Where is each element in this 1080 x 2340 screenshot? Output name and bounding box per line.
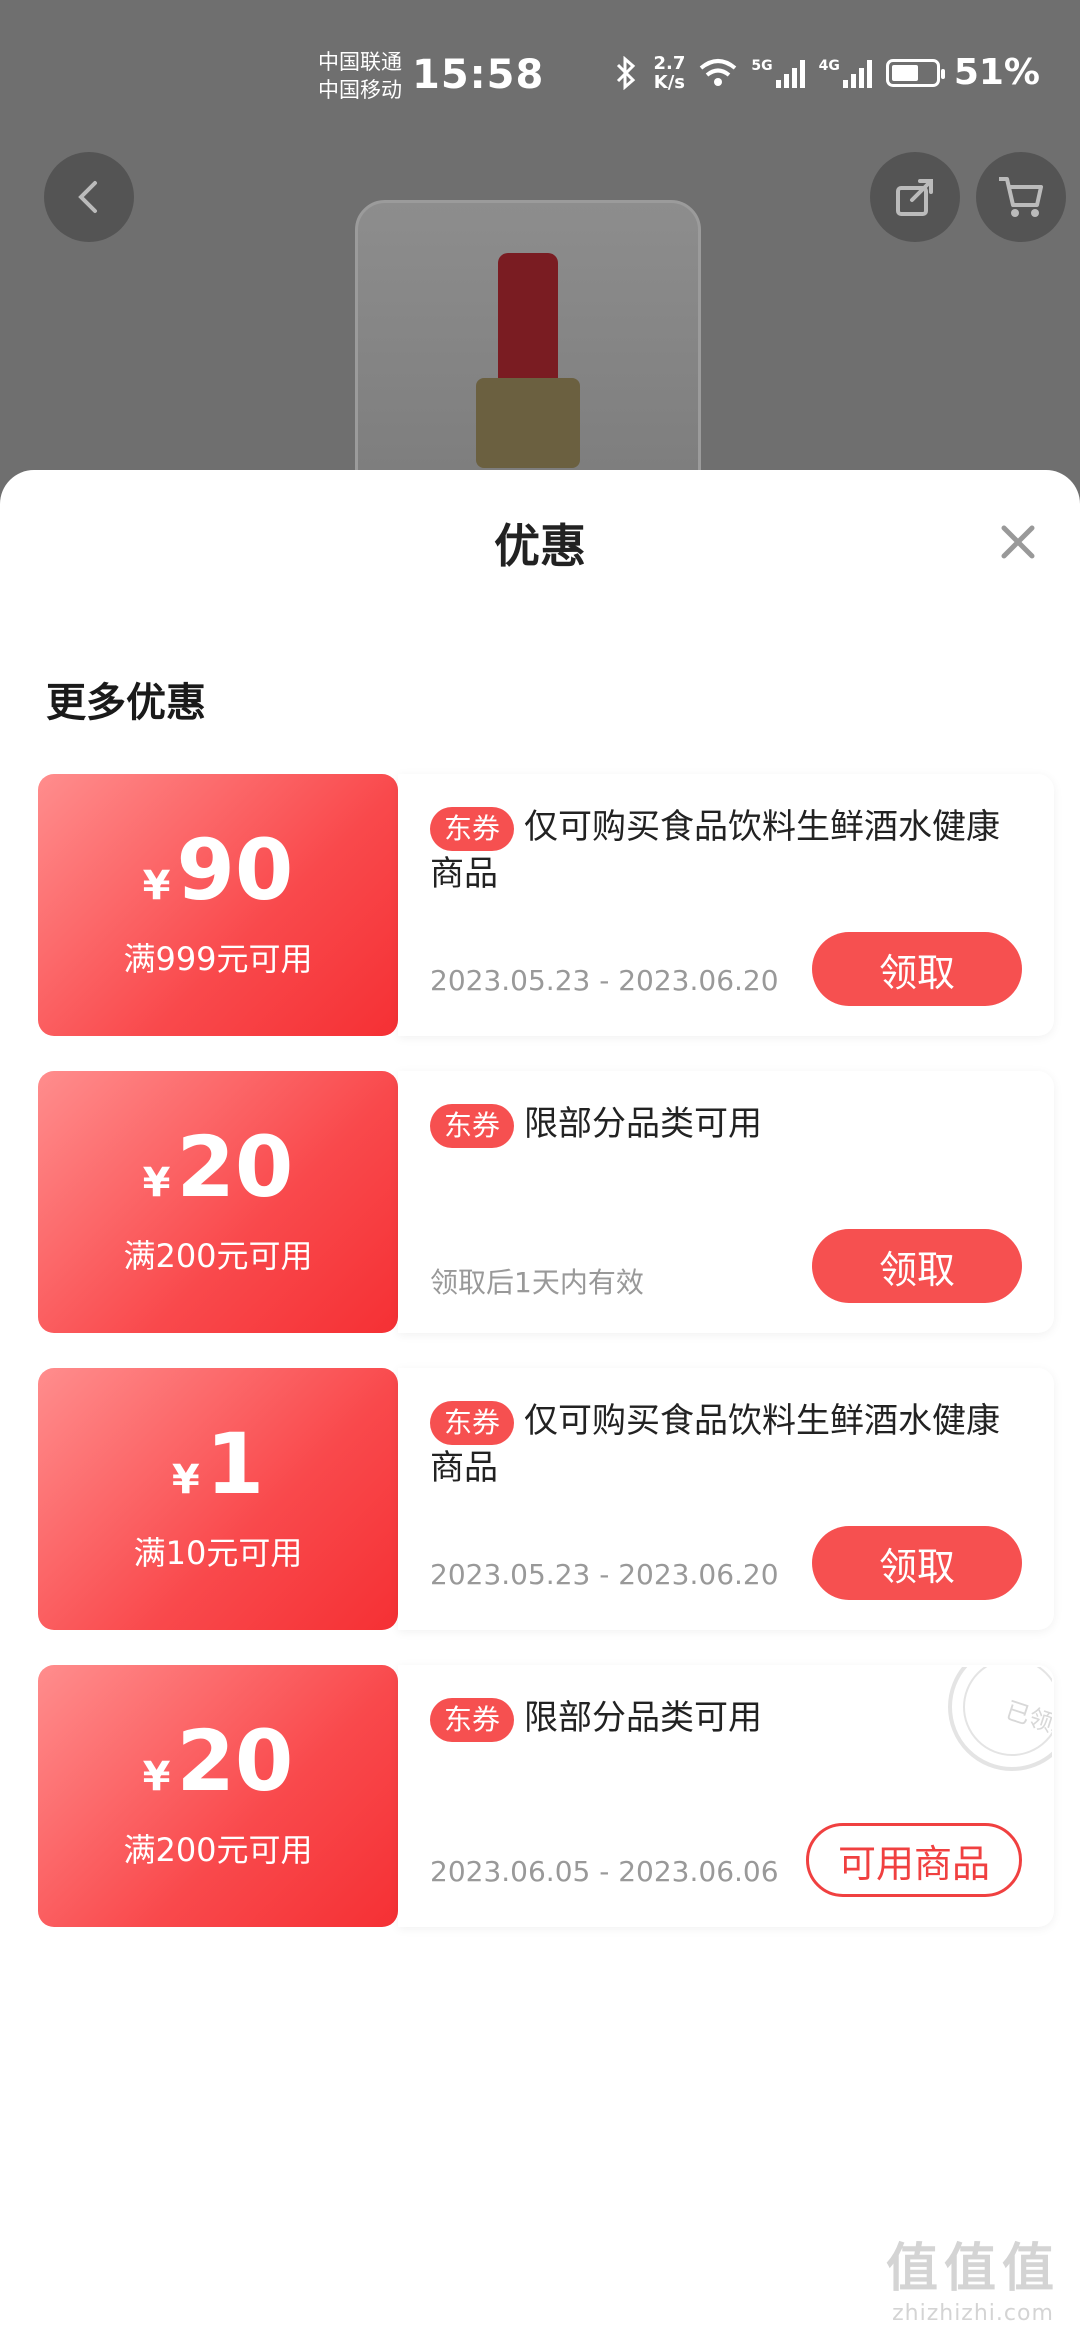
- coupon-description: 东券 限部分品类可用: [430, 1695, 1020, 1742]
- currency-symbol: ¥: [142, 863, 171, 909]
- signal-5g-label: 5G: [751, 57, 773, 74]
- battery-icon: [885, 58, 945, 87]
- signal-4g-label: 4G: [818, 57, 840, 74]
- claim-button[interactable]: 领取: [812, 1526, 1022, 1600]
- coupon-validity: 2023.05.23 - 2023.06.20: [430, 1558, 779, 1591]
- share-button[interactable]: [870, 152, 960, 242]
- claim-button[interactable]: 领取: [812, 932, 1022, 1006]
- coupon-tag: 东券: [430, 1697, 515, 1742]
- coupon-description-text: 仅可购买食品饮料生鲜酒水健康商品: [430, 1401, 1001, 1488]
- coupon-amount: 20: [176, 1712, 294, 1810]
- cart-button[interactable]: [976, 152, 1066, 242]
- coupon-tag: 东券: [430, 1400, 515, 1445]
- coupon-card: ¥20 满200元可用 东券 限部分品类可用 领取后1天内有效 领取: [38, 1071, 1054, 1333]
- coupon-info-panel: 东券 仅可购买食品饮料生鲜酒水健康商品 2023.05.23 - 2023.06.…: [398, 774, 1054, 1036]
- coupon-description: 东券 仅可购买食品饮料生鲜酒水健康商品: [430, 1398, 1020, 1491]
- coupon-value-panel: ¥90 满999元可用: [38, 774, 398, 1036]
- carrier-2: 中国移动: [318, 78, 402, 102]
- net-speed-unit: K/s: [653, 71, 686, 93]
- coupon-tag: 东券: [430, 1103, 515, 1148]
- signal-5g-icon: 5G: [751, 57, 805, 88]
- coupon-validity: 2023.05.23 - 2023.06.20: [430, 964, 779, 997]
- coupon-amount: 90: [176, 821, 294, 919]
- available-products-button[interactable]: 可用商品: [806, 1823, 1022, 1897]
- coupon-condition: 满200元可用: [123, 1831, 313, 1869]
- currency-symbol: ¥: [142, 1754, 171, 1800]
- coupon-card: ¥1 满10元可用 东券 仅可购买食品饮料生鲜酒水健康商品 2023.05.23 …: [38, 1368, 1054, 1630]
- cart-icon: [999, 177, 1043, 217]
- battery-percent: 51%: [953, 52, 1040, 93]
- coupon-description-text: 限部分品类可用: [524, 1104, 763, 1144]
- coupon-description-text: 限部分品类可用: [524, 1698, 763, 1738]
- currency-symbol: ¥: [142, 1160, 171, 1206]
- status-icons: 2.7 K/s 5G 4G 51%: [613, 52, 1040, 93]
- close-button[interactable]: [994, 518, 1042, 566]
- coupon-tag: 东券: [430, 806, 515, 851]
- chevron-left-icon: [78, 181, 97, 213]
- coupon-condition: 满200元可用: [123, 1237, 313, 1275]
- coupon-validity: 2023.06.05 - 2023.06.06: [430, 1855, 779, 1888]
- coupon-info-panel: 已领取 东券 限部分品类可用 2023.06.05 - 2023.06.06 可用…: [398, 1665, 1054, 1927]
- coupon-sheet: 优惠 更多优惠 ¥90 满999元可用 东券 仅可购买食品饮料生鲜酒水健康商品 2…: [0, 470, 1080, 2340]
- close-icon: [1001, 525, 1035, 559]
- currency-symbol: ¥: [171, 1457, 200, 1503]
- carrier-labels: 中国联通 中国移动: [318, 48, 402, 104]
- net-speed-value: 2.7: [653, 52, 686, 74]
- watermark-url: zhizhizhi.com: [892, 2301, 1054, 2326]
- bluetooth-icon: [617, 55, 636, 90]
- coupon-amount: 20: [176, 1118, 294, 1216]
- coupon-condition: 满10元可用: [133, 1534, 303, 1572]
- watermark-logo: 值值值: [885, 2239, 1060, 2299]
- status-time: 15:58: [412, 52, 545, 98]
- coupon-amount: 1: [205, 1415, 265, 1513]
- coupon-card: ¥20 满200元可用 已领取 东券 限部分品类可用 2023.06.05 - 2…: [38, 1665, 1054, 1927]
- status-bar: 中国联通 中国移动 15:58 2.7 K/s 5G 4G 51%: [0, 0, 1080, 150]
- net-speed: 2.7 K/s: [653, 54, 685, 92]
- coupon-info-panel: 东券 限部分品类可用 领取后1天内有效 领取: [398, 1071, 1054, 1333]
- share-icon: [896, 179, 933, 216]
- section-title: 更多优惠: [46, 680, 206, 726]
- coupon-value-panel: ¥20 满200元可用: [38, 1665, 398, 1927]
- back-button[interactable]: [44, 152, 134, 242]
- coupon-card: ¥90 满999元可用 东券 仅可购买食品饮料生鲜酒水健康商品 2023.05.2…: [38, 774, 1054, 1036]
- carrier-1: 中国联通: [318, 50, 402, 74]
- coupon-description: 东券 限部分品类可用: [430, 1101, 1020, 1148]
- claim-button[interactable]: 领取: [812, 1229, 1022, 1303]
- coupon-info-panel: 东券 仅可购买食品饮料生鲜酒水健康商品 2023.05.23 - 2023.06.…: [398, 1368, 1054, 1630]
- coupon-description-text: 仅可购买食品饮料生鲜酒水健康商品: [430, 807, 1001, 894]
- coupon-description: 东券 仅可购买食品饮料生鲜酒水健康商品: [430, 804, 1020, 897]
- signal-4g-icon: 4G: [819, 58, 872, 88]
- sheet-title: 优惠: [494, 519, 586, 573]
- watermark: 值值值 zhizhizhi.com: [886, 2226, 1060, 2326]
- coupon-value-panel: ¥20 满200元可用: [38, 1071, 398, 1333]
- wifi-icon: [700, 58, 737, 86]
- coupon-condition: 满999元可用: [123, 940, 313, 978]
- coupon-validity: 领取后1天内有效: [430, 1266, 644, 1299]
- coupon-value-panel: ¥1 满10元可用: [38, 1368, 398, 1630]
